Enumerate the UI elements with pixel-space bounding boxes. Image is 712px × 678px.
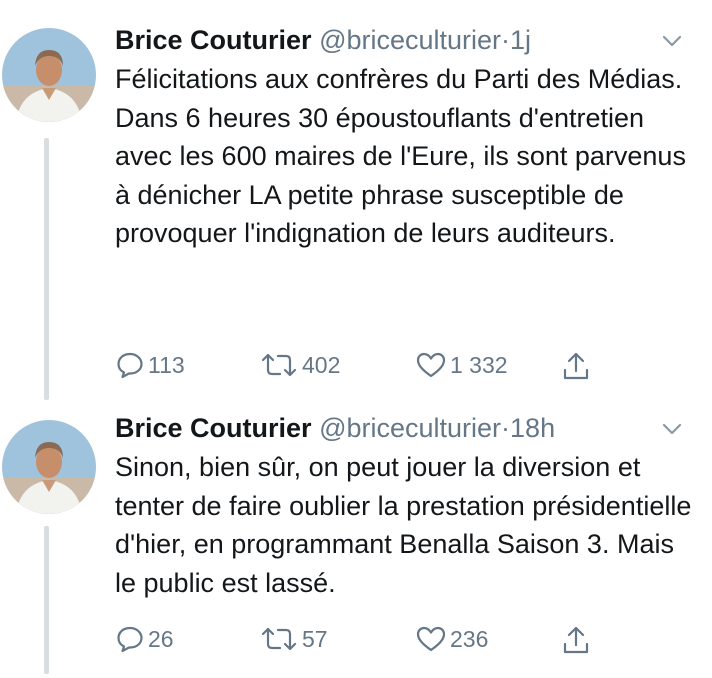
thread-line (44, 526, 49, 674)
heart-icon (416, 352, 446, 378)
separator-dot: · (501, 413, 511, 443)
reply-count: 26 (148, 625, 174, 652)
chevron-down-icon[interactable] (662, 34, 682, 48)
share-button[interactable] (561, 624, 594, 656)
author-handle[interactable]: @briceculturier (319, 413, 501, 443)
like-count: 1 332 (450, 351, 508, 378)
retweet-count: 57 (302, 625, 328, 652)
retweet-count: 402 (302, 351, 341, 378)
avatar-image (2, 420, 96, 514)
like-button[interactable]: 1 332 (415, 350, 508, 380)
share-button[interactable] (561, 350, 594, 382)
like-count: 236 (450, 625, 489, 652)
avatar[interactable] (2, 28, 96, 122)
separator-dot: · (501, 25, 511, 55)
avatar[interactable] (2, 420, 96, 514)
tweet-time[interactable]: 18h (510, 413, 555, 443)
retweet-icon (261, 627, 297, 651)
tweet-actions: 113 402 1 332 (115, 350, 675, 386)
retweet-button[interactable]: 57 (259, 624, 328, 654)
like-button[interactable]: 236 (415, 624, 488, 654)
tweet-actions: 26 57 236 (115, 624, 675, 660)
heart-icon (416, 626, 446, 652)
author-handle[interactable]: @briceculturier (319, 25, 501, 55)
avatar-image (2, 28, 96, 122)
tweet-text: Félicitations aux confrères du Parti des… (115, 64, 686, 248)
author-name[interactable]: Brice Couturier (115, 25, 312, 55)
reply-count: 113 (148, 351, 185, 378)
retweet-button[interactable]: 402 (259, 350, 340, 380)
reply-icon (117, 626, 143, 653)
tweet-time[interactable]: 1j (510, 25, 531, 55)
author-name[interactable]: Brice Couturier (115, 413, 312, 443)
chevron-down-icon[interactable] (662, 422, 682, 436)
reply-button[interactable]: 113 (115, 350, 185, 380)
thread-line (44, 138, 49, 400)
retweet-icon (261, 353, 297, 377)
share-icon (563, 352, 589, 380)
reply-button[interactable]: 26 (115, 624, 174, 654)
reply-icon (117, 352, 143, 379)
tweet-header: Brice Couturier @briceculturier·18h (115, 412, 692, 444)
tweet-1[interactable]: Brice Couturier @briceculturier·1j Félic… (0, 0, 712, 402)
share-icon (563, 626, 589, 654)
tweet-header: Brice Couturier @briceculturier·1j (115, 24, 692, 56)
tweet-2[interactable]: Brice Couturier @briceculturier·18h Sino… (0, 402, 712, 678)
tweet-text: Sinon, bien sûr, on peut jouer la divers… (115, 452, 692, 598)
